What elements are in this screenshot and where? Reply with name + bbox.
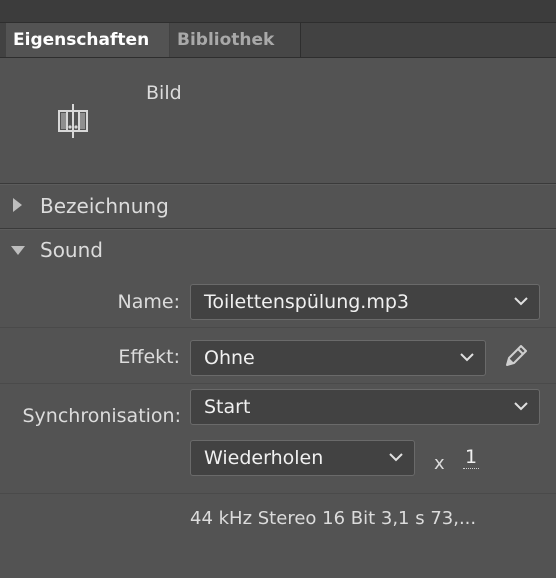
section-label-sound: Sound <box>40 238 103 262</box>
effekt-dropdown[interactable]: Ohne <box>190 340 486 376</box>
synchronisation-label: Synchronisation: <box>22 405 181 427</box>
panel-tab-strip: Eigenschaften Bibliothek <box>0 23 556 58</box>
sound-name-dropdown[interactable]: Toilettenspülung.mp3 <box>190 284 540 320</box>
effekt-value: Ohne <box>204 347 255 369</box>
name-label: Name: <box>117 291 180 313</box>
repeat-mode-value: Wiederholen <box>204 447 324 469</box>
divider <box>0 493 556 494</box>
pencil-icon[interactable] <box>503 343 529 369</box>
divider <box>0 383 556 384</box>
chevron-down-icon <box>389 453 403 462</box>
panel-top-bar <box>0 0 556 23</box>
expand-triangle-icon[interactable] <box>13 198 22 212</box>
sound-name-value: Toilettenspülung.mp3 <box>204 291 410 313</box>
frame-symbol-icon <box>58 104 88 138</box>
divider <box>0 184 556 185</box>
times-label: x <box>434 453 445 474</box>
section-sound[interactable]: Sound <box>0 230 556 270</box>
chevron-down-icon <box>514 297 528 306</box>
object-type-label: Bild <box>146 82 182 104</box>
sync-value: Start <box>204 396 251 418</box>
tab-eigenschaften[interactable]: Eigenschaften <box>6 23 169 57</box>
chevron-down-icon <box>514 402 528 411</box>
section-label-bezeichnung: Bezeichnung <box>40 194 169 218</box>
section-bezeichnung[interactable]: Bezeichnung <box>0 186 556 226</box>
sync-dropdown[interactable]: Start <box>190 389 540 425</box>
divider <box>0 327 556 328</box>
repeat-mode-dropdown[interactable]: Wiederholen <box>190 440 415 476</box>
tab-bibliothek[interactable]: Bibliothek <box>170 23 301 57</box>
sound-info-text: 44 kHz Stereo 16 Bit 3,1 s 73,... <box>190 508 477 529</box>
effekt-label: Effekt: <box>118 346 180 368</box>
collapse-triangle-icon[interactable] <box>11 246 25 255</box>
chevron-down-icon <box>460 353 474 362</box>
repeat-count-field[interactable]: 1 <box>463 446 480 469</box>
